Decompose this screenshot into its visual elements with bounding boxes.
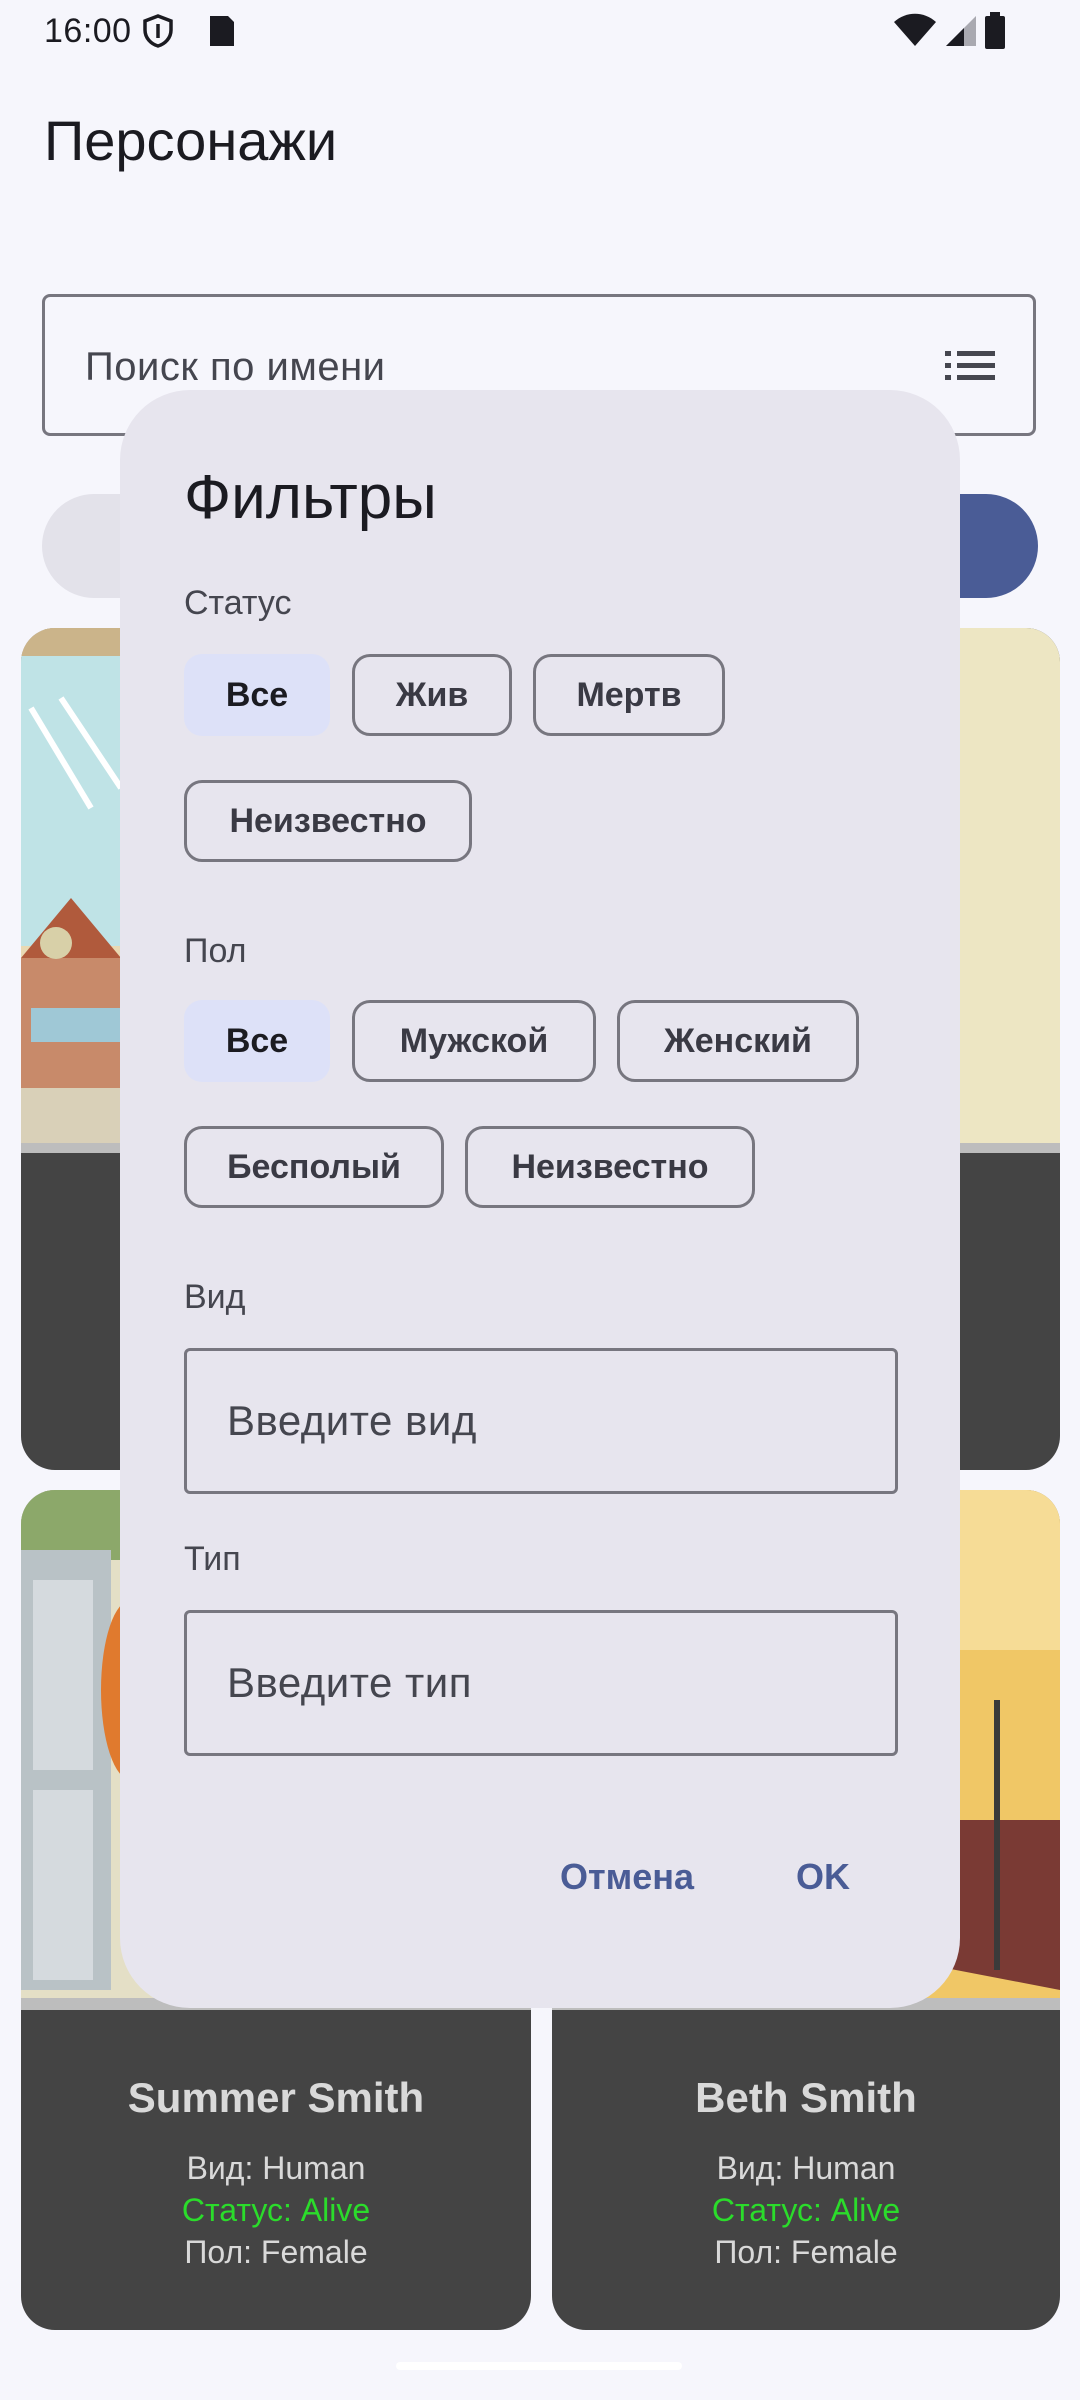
type-label: Тип	[184, 1540, 241, 1578]
dialog-title: Фильтры	[184, 463, 437, 532]
character-name: Beth Smith	[695, 2074, 917, 2121]
type-input[interactable]	[187, 1613, 895, 1753]
ok-button[interactable]: OK	[796, 1856, 850, 1898]
gender-chip-genderless[interactable]: Бесполый	[184, 1126, 444, 1208]
status-label: Статус	[184, 584, 292, 622]
status-chip-alive[interactable]: Жив	[352, 654, 512, 736]
character-gender: Пол: Female	[184, 2234, 368, 2270]
type-field[interactable]	[184, 1610, 898, 1756]
gender-chip-female[interactable]: Женский	[617, 1000, 859, 1082]
gender-label: Пол	[184, 932, 247, 970]
filters-dialog: Фильтры Статус Все Жив Мертв Неизвестно …	[120, 390, 960, 2008]
status-time: 16:00	[44, 12, 132, 50]
status-chip-all[interactable]: Все	[184, 654, 330, 736]
sim-card-icon	[210, 16, 234, 46]
gender-chip-all[interactable]: Все	[184, 1000, 330, 1082]
status-chip-dead[interactable]: Мертв	[533, 654, 725, 736]
character-gender: Пол: Female	[714, 2234, 898, 2270]
cancel-button[interactable]: Отмена	[560, 1856, 694, 1898]
character-status: Статус: Alive	[711, 2192, 901, 2228]
species-input[interactable]	[187, 1351, 895, 1491]
gender-chip-unknown[interactable]: Неизвестно	[465, 1126, 755, 1208]
character-status: Статус: Alive	[181, 2192, 371, 2228]
species-field[interactable]	[184, 1348, 898, 1494]
signal-icon	[946, 16, 976, 46]
search-placeholder: Поиск по имени	[85, 345, 386, 389]
species-label: Вид	[184, 1278, 246, 1316]
character-species: Вид: Human	[716, 2150, 896, 2186]
status-bar: 16:00	[0, 0, 1080, 60]
gesture-nav-handle[interactable]	[396, 2362, 682, 2370]
list-icon[interactable]	[945, 349, 995, 383]
character-name: Summer Smith	[127, 2074, 425, 2121]
battery-icon	[985, 12, 1005, 49]
wifi-icon	[894, 13, 936, 46]
status-chip-unknown[interactable]: Неизвестно	[184, 780, 472, 862]
page-title: Персонажи	[44, 109, 338, 172]
shield-icon	[143, 14, 173, 48]
character-species: Вид: Human	[186, 2150, 366, 2186]
gender-chip-male[interactable]: Мужской	[352, 1000, 596, 1082]
